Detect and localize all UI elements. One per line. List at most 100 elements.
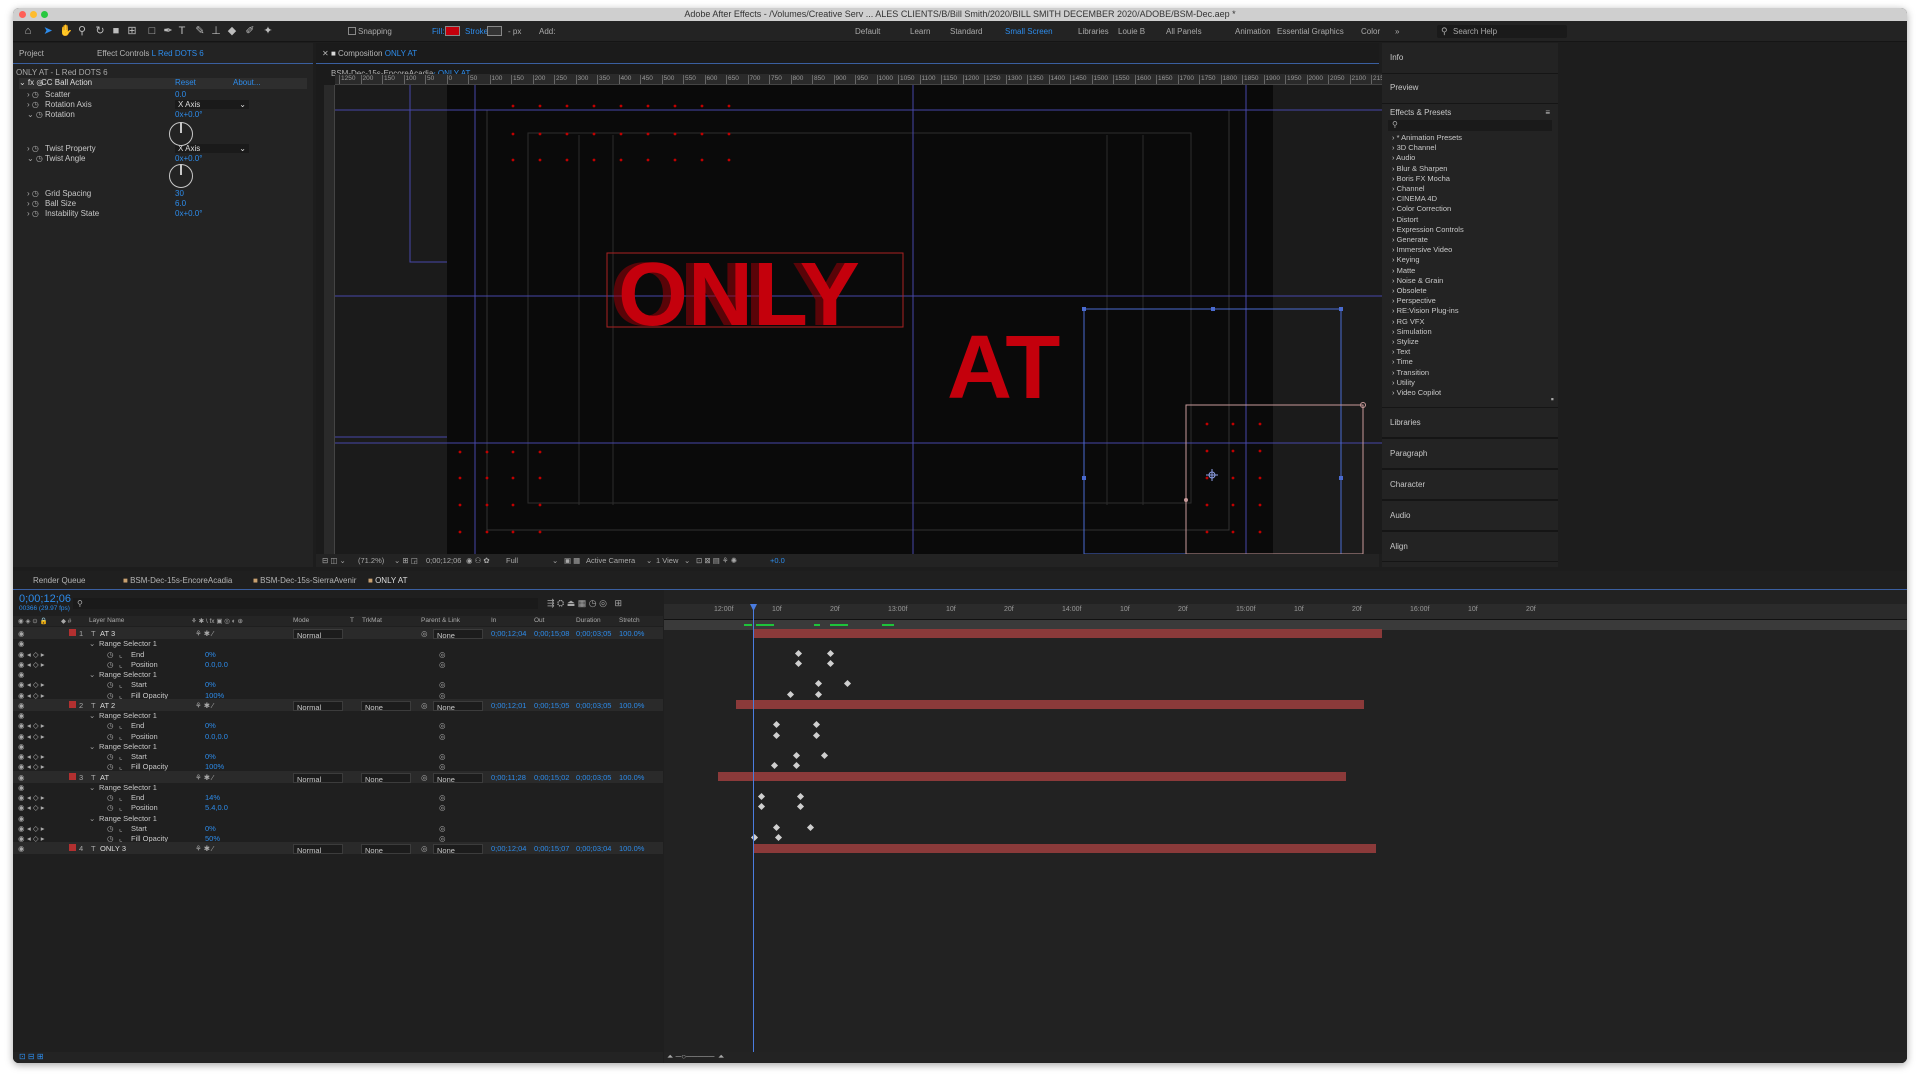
timeline-switches-icons[interactable]: ⇶ ⛭ ⏏ ▦ ◷ ◎ ⊞ [547, 598, 622, 609]
panel-character[interactable]: Character [1382, 469, 1558, 500]
effects-category[interactable]: › Boris FX Mocha [1392, 174, 1450, 183]
rectangle-tool-icon[interactable]: □ [145, 25, 159, 38]
layer-duration-bar[interactable] [718, 772, 1346, 781]
current-time-display[interactable]: 0;00;12;06 [426, 556, 461, 565]
timeline-zoom-bar[interactable]: ⏶ ─○───── ⏶ [664, 1052, 1907, 1063]
view-layout-dropdown[interactable]: 1 View [656, 556, 678, 565]
col-t[interactable]: T [350, 617, 354, 624]
effects-search-input[interactable]: ⚲ [1388, 120, 1552, 131]
effects-category[interactable]: › RG VFX [1392, 317, 1425, 326]
stopwatch-icon[interactable]: › ◷ [27, 100, 39, 109]
layer-name[interactable]: ONLY 3 [100, 844, 126, 853]
exposure-value[interactable]: +0.0 [770, 556, 785, 565]
effects-category[interactable]: › 3D Channel [1392, 143, 1436, 152]
rotate-tool-icon[interactable]: ↻ [93, 25, 107, 38]
rotation-dial[interactable] [169, 122, 193, 146]
panel-menu-icon[interactable]: ≡ [1545, 108, 1550, 117]
bounds-handle[interactable] [1339, 307, 1343, 311]
col-parent[interactable]: Parent & Link [421, 617, 460, 624]
pen-tool-icon[interactable]: ✒ [161, 25, 175, 38]
bounds-handle[interactable] [1339, 476, 1343, 480]
resolution-dropdown[interactable]: Full [506, 556, 518, 565]
roto-brush-tool-icon[interactable]: ✐ [243, 25, 257, 38]
zoom-tool-icon[interactable]: ⚲ [75, 25, 89, 38]
pickwhip-icon[interactable]: ◎ [421, 844, 428, 853]
effects-category[interactable]: › Expression Controls [1392, 225, 1464, 234]
workspace-standard[interactable]: Standard [950, 27, 982, 36]
workspace-animation[interactable]: Animation [1235, 27, 1271, 36]
stopwatch-icon[interactable]: › ◷ [27, 90, 39, 99]
keyframe[interactable] [796, 803, 805, 811]
effects-presets-header[interactable]: Effects & Presets ≡ [1382, 104, 1558, 118]
panel-audio[interactable]: Audio [1382, 500, 1558, 531]
tab-effect-controls[interactable]: Effect Controls L Red DOTS 6 [97, 49, 204, 58]
camera-tool-icon[interactable]: ■ [109, 25, 123, 38]
transparency-grid-icon[interactable]: ▣ ▦ [564, 556, 580, 565]
workspace-learn[interactable]: Learn [910, 27, 930, 36]
about-link[interactable]: About... [233, 78, 261, 87]
timeline-timecode[interactable]: 0;00;12;06 [19, 593, 71, 605]
effects-category[interactable]: › Utility [1392, 378, 1415, 387]
timeline-tab-3[interactable]: ■ ONLY AT [368, 576, 408, 585]
effects-category[interactable]: › Generate [1392, 235, 1428, 244]
stopwatch-icon[interactable]: › ◷ [27, 199, 39, 208]
panel-align[interactable]: Align [1382, 531, 1558, 562]
effects-category[interactable]: › Stylize [1392, 337, 1419, 346]
col-out[interactable]: Out [534, 617, 544, 624]
lock-icon[interactable]: ■ [331, 49, 336, 58]
prop-value[interactable]: 0x+0.0° [175, 154, 202, 163]
stopwatch-icon[interactable]: ⌄ ◷ [27, 154, 43, 163]
snapping-checkbox[interactable]: Snapping [348, 27, 392, 36]
prop-dropdown[interactable]: X Axis ⌄ [175, 100, 249, 109]
col-in[interactable]: In [491, 617, 496, 624]
view-tools-icons[interactable]: ⊡ ⊠ ▤ ⚘ ✺ [696, 556, 737, 565]
stopwatch-icon[interactable]: › ◷ [27, 189, 39, 198]
workspace-default[interactable]: Default [855, 27, 880, 36]
stopwatch-icon[interactable]: › ◷ [27, 144, 39, 153]
layer-duration-bar[interactable] [754, 628, 1382, 638]
eraser-tool-icon[interactable]: ◆ [225, 25, 239, 38]
reset-link[interactable]: Reset [175, 78, 196, 87]
stroke-width[interactable]: - px [508, 27, 521, 36]
chevron-down-icon[interactable]: ⌄ [552, 556, 558, 565]
add-label[interactable]: Add: [539, 27, 555, 36]
workspace-small-screen[interactable]: Small Screen [1005, 27, 1053, 36]
keyframe[interactable] [794, 649, 803, 657]
bounds-handle[interactable] [1184, 498, 1188, 502]
search-help-input[interactable]: ⚲ Search Help [1437, 25, 1567, 38]
label-color-swatch[interactable] [69, 772, 76, 780]
chevron-down-icon[interactable]: ⌄ [684, 556, 690, 565]
bounds-handle[interactable] [1211, 307, 1215, 311]
panel-libraries[interactable]: Libraries [1382, 407, 1558, 438]
pan-behind-tool-icon[interactable]: ⊞ [125, 25, 139, 38]
keyframe[interactable] [796, 792, 805, 801]
toggle-switches-icon[interactable]: ⊡ ⊟ ⊞ [13, 1052, 44, 1061]
prop-value[interactable]: 6.0 [175, 199, 186, 208]
workspace-louie-b[interactable]: Louie B [1118, 27, 1145, 36]
keyframe[interactable] [772, 721, 781, 729]
prop-value[interactable]: 30 [175, 189, 184, 198]
label-color-swatch[interactable] [69, 700, 76, 708]
time-ruler[interactable]: 12:00f 10f 20f 13:00f 10f 20f 14:00f 10f 20f 15:0… [664, 604, 1907, 620]
effects-category[interactable]: › Color Correction [1392, 204, 1451, 213]
stopwatch-icon[interactable]: › ◷ [27, 209, 39, 218]
col-mode[interactable]: Mode [293, 617, 309, 624]
label-color-swatch[interactable] [69, 629, 76, 636]
keyframe[interactable] [826, 649, 835, 657]
keyframe[interactable] [843, 680, 852, 688]
clone-stamp-tool-icon[interactable]: ⊥ [209, 25, 223, 38]
keyframe[interactable] [757, 792, 766, 801]
effects-category[interactable]: › * Animation Presets [1392, 133, 1462, 142]
fill-swatch[interactable] [445, 26, 460, 36]
composition-viewer[interactable]: ONLY ONLY AT [335, 85, 1383, 554]
keyframe[interactable] [812, 721, 821, 729]
brush-tool-icon[interactable]: ✎ [193, 25, 207, 38]
timeline-tab-1[interactable]: ■ BSM-Dec-15s-EncoreAcadia [123, 576, 232, 585]
keyframe[interactable] [814, 680, 823, 688]
col-layer-name[interactable]: Layer Name [89, 617, 124, 624]
viewer-options-icon[interactable]: ⊟ ◫ ⌄ [322, 556, 346, 565]
prop-value[interactable]: 0.0 [175, 90, 186, 99]
effects-category[interactable]: › Blur & Sharpen [1392, 164, 1447, 173]
effects-category[interactable]: › Transition [1392, 368, 1429, 377]
effects-category[interactable]: › Obsolete [1392, 286, 1427, 295]
